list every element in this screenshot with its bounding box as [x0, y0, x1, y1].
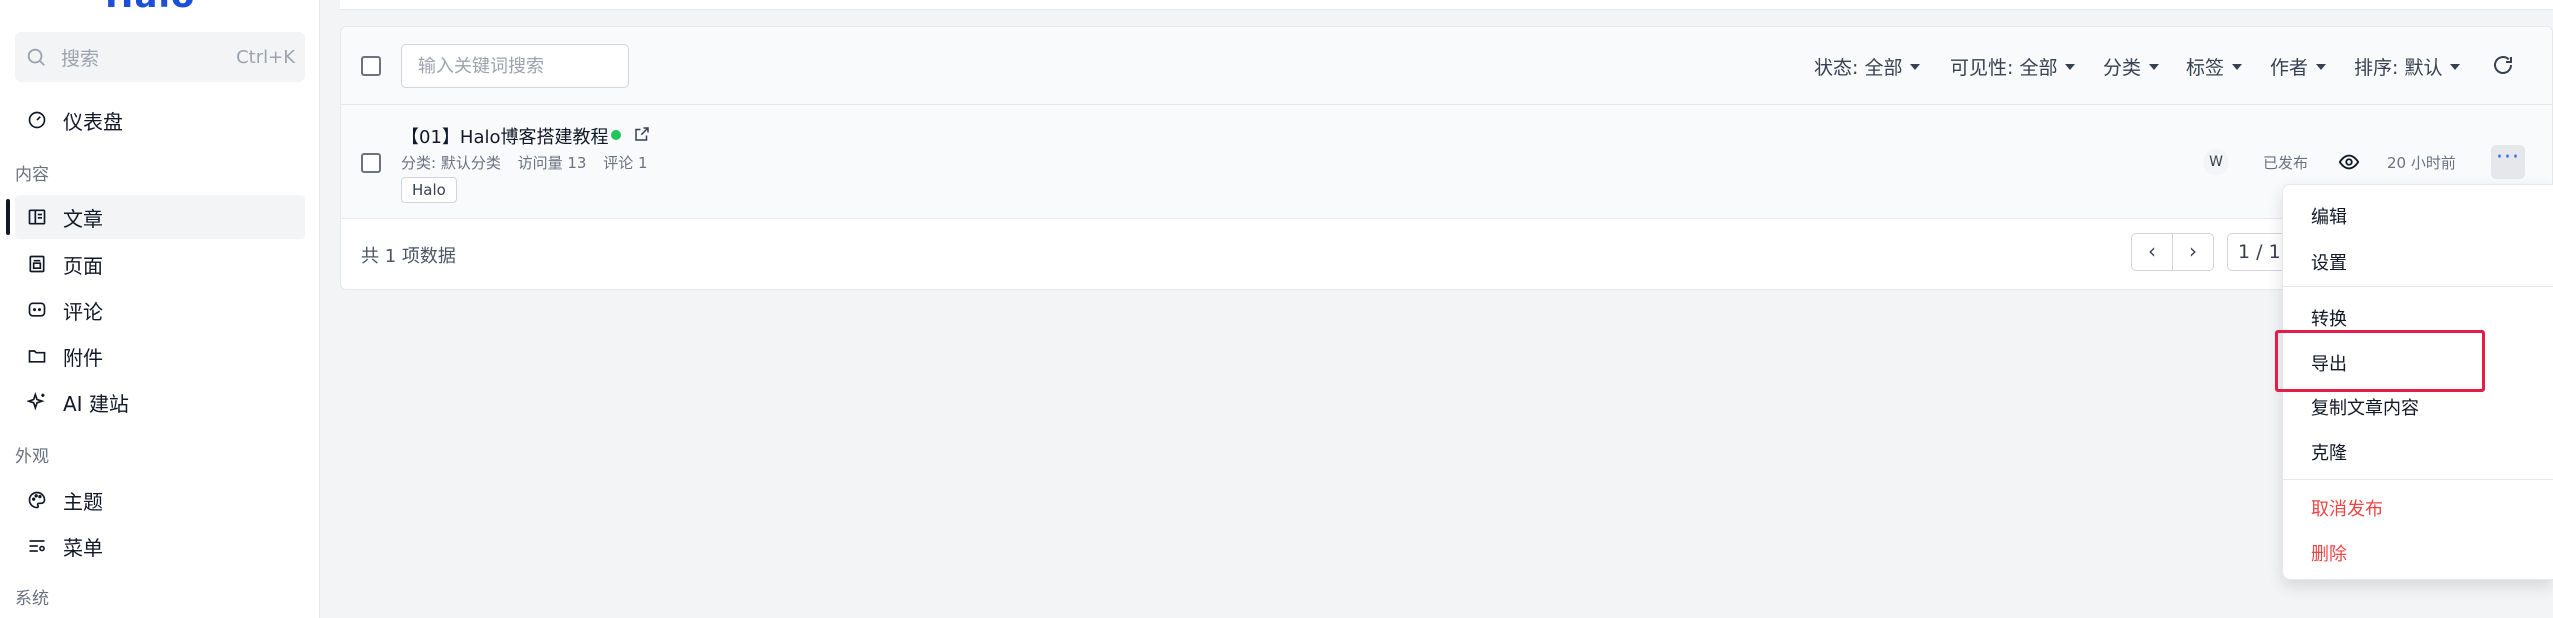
search-placeholder: 搜索 — [61, 47, 100, 70]
filter-sort-label: 排序: 默认 — [2354, 57, 2443, 79]
filter-author[interactable]: 作者 — [2270, 53, 2327, 80]
filter-category[interactable]: 分类 — [2103, 53, 2160, 80]
menu-divider — [2283, 286, 2553, 287]
menu-item-copy-content[interactable]: 复制文章内容 — [2311, 394, 2419, 420]
more-actions-button[interactable]: ··· — [2491, 145, 2525, 179]
sidebar: Halo 搜索 Ctrl+K 仪表盘 内容 文章 页面 — [0, 0, 320, 618]
highlight-box — [2275, 330, 2485, 392]
next-page-button[interactable]: › — [2172, 233, 2214, 271]
menu-item-edit[interactable]: 编辑 — [2311, 203, 2347, 229]
keyword-search-input[interactable] — [401, 44, 629, 88]
menu-item-settings[interactable]: 设置 — [2311, 249, 2347, 275]
total-count: 共 1 项数据 — [361, 246, 456, 267]
filter-sort[interactable]: 排序: 默认 — [2354, 53, 2461, 80]
chevron-right-icon: › — [2189, 239, 2197, 263]
post-comments: 评论 1 — [603, 154, 648, 172]
sidebar-item-comments[interactable]: 评论 — [15, 288, 305, 332]
chevron-down-icon — [2316, 63, 2327, 70]
filter-status[interactable]: 状态: 全部 — [1814, 53, 1921, 80]
menu-item-unpublish[interactable]: 取消发布 — [2311, 495, 2383, 521]
page-header — [340, 0, 2553, 10]
sidebar-item-label: 菜单 — [63, 535, 103, 560]
avatar: W — [2203, 149, 2229, 175]
filter-category-label: 分类 — [2103, 57, 2142, 79]
filter-tag-label: 标签 — [2186, 57, 2225, 79]
chevron-left-icon: ‹ — [2148, 239, 2156, 263]
sidebar-item-label: 文章 — [63, 206, 103, 231]
post-title[interactable]: 【01】Halo博客搭建教程 — [401, 123, 608, 149]
logo[interactable]: Halo — [105, 0, 195, 16]
menu-divider — [2283, 479, 2553, 480]
post-tag[interactable]: Halo — [401, 177, 457, 203]
page-indicator[interactable]: 1 / 1 — [2227, 233, 2287, 271]
post-views: 访问量 13 — [517, 154, 587, 172]
article-icon — [25, 205, 49, 229]
post-meta: 分类: 默认分类 访问量 13 评论 1 — [401, 152, 660, 173]
menu-item-clone[interactable]: 克隆 — [2311, 439, 2347, 465]
sidebar-item-posts[interactable]: 文章 — [6, 195, 305, 239]
filter-visibility-label: 可见性: 全部 — [1950, 57, 2058, 79]
sidebar-item-label: 评论 — [63, 299, 103, 324]
comment-icon — [25, 298, 49, 322]
filter-tag[interactable]: 标签 — [2186, 53, 2243, 80]
sidebar-item-themes[interactable]: 主题 — [15, 478, 305, 522]
filter-visibility[interactable]: 可见性: 全部 — [1950, 53, 2076, 80]
status-badge: 已发布 — [2263, 154, 2309, 172]
app: Halo 搜索 Ctrl+K 仪表盘 内容 文章 页面 — [0, 0, 2553, 618]
list-toolbar: 状态: 全部 可见性: 全部 分类 标签 作者 排序: 默认 — [341, 27, 2552, 105]
external-link-icon[interactable] — [633, 125, 651, 143]
sidebar-item-label: 仪表盘 — [63, 109, 123, 134]
post-category: 分类: 默认分类 — [401, 154, 501, 172]
dashboard-icon — [25, 108, 49, 132]
sidebar-item-dashboard[interactable]: 仪表盘 — [15, 98, 305, 142]
refresh-icon[interactable] — [2491, 53, 2515, 77]
filter-author-label: 作者 — [2270, 57, 2309, 79]
published-status-dot — [611, 130, 621, 140]
sidebar-item-menus[interactable]: 菜单 — [15, 524, 305, 568]
sidebar-item-label: 主题 — [63, 489, 103, 514]
sidebar-item-ai-site[interactable]: AI 建站 — [15, 380, 305, 424]
search-icon — [27, 48, 45, 66]
sidebar-item-label: 页面 — [63, 253, 103, 278]
menu-icon — [25, 534, 49, 558]
row-checkbox[interactable] — [361, 153, 381, 173]
sparkle-icon — [25, 390, 49, 414]
chevron-down-icon — [2065, 63, 2076, 70]
more-icon: ··· — [2496, 145, 2520, 170]
sidebar-item-attachments[interactable]: 附件 — [15, 334, 305, 378]
eye-icon — [2338, 154, 2360, 170]
menu-item-delete[interactable]: 删除 — [2311, 540, 2347, 566]
group-label-appearance: 外观 — [15, 447, 49, 467]
post-list-card: 状态: 全部 可见性: 全部 分类 标签 作者 排序: 默认 【01】Halo博… — [340, 26, 2553, 290]
palette-icon — [25, 488, 49, 512]
group-label-content: 内容 — [15, 165, 49, 185]
sidebar-item-label: AI 建站 — [63, 391, 129, 416]
prev-page-button[interactable]: ‹ — [2131, 233, 2173, 271]
filter-status-label: 状态: 全部 — [1814, 57, 1903, 79]
sidebar-item-label: 附件 — [63, 345, 103, 370]
select-all-checkbox[interactable] — [361, 56, 381, 76]
sidebar-item-pages[interactable]: 页面 — [15, 242, 305, 286]
chevron-down-icon — [2232, 63, 2243, 70]
chevron-down-icon — [2450, 63, 2461, 70]
menu-item-convert[interactable]: 转换 — [2311, 305, 2347, 331]
post-timestamp: 20 小时前 — [2387, 154, 2456, 172]
search-shortcut: Ctrl+K — [236, 46, 295, 68]
chevron-down-icon — [2149, 63, 2160, 70]
search-box[interactable]: 搜索 Ctrl+K — [15, 32, 305, 82]
table-row[interactable]: 【01】Halo博客搭建教程 分类: 默认分类 访问量 13 评论 1 Halo… — [341, 105, 2552, 219]
folder-icon — [25, 344, 49, 368]
group-label-system: 系统 — [15, 589, 49, 609]
chevron-down-icon — [1910, 63, 1921, 70]
page-icon — [25, 252, 49, 276]
